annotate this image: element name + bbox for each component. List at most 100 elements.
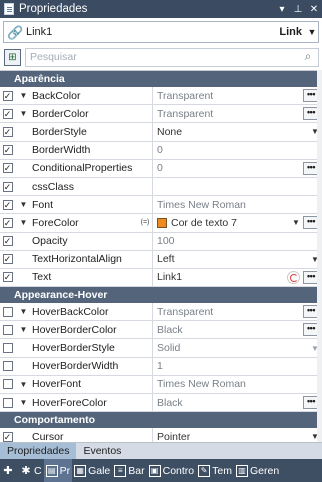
checkbox[interactable]: ✓ xyxy=(0,233,15,250)
checkbox[interactable]: ✓ xyxy=(0,178,15,195)
checkbox[interactable]: ✓ xyxy=(0,428,15,442)
row-textalign[interactable]: ✓ TextHorizontalAlign Left ▼ xyxy=(0,250,322,269)
property-value[interactable]: 0 xyxy=(152,141,322,159)
dock-tab-pr[interactable]: ▤ Pr xyxy=(43,459,73,482)
dock-tab-geren[interactable]: ▥ Geren xyxy=(234,459,281,482)
property-value[interactable]: 100 xyxy=(152,232,322,250)
row-opacity[interactable]: ✓ Opacity 100 xyxy=(0,232,322,251)
dock-tab-contro[interactable]: ▣ Contro xyxy=(147,459,197,482)
expand-icon[interactable]: ▼ xyxy=(15,398,32,407)
checkbox-checked[interactable]: ✓ xyxy=(2,199,13,210)
row-hoverborderstyle[interactable]: HoverBorderStyle Solid ▼ xyxy=(0,339,322,358)
checkbox-checked[interactable]: ✓ xyxy=(2,236,13,247)
property-value[interactable]: Black xyxy=(152,394,303,412)
category-comportamento[interactable]: Comportamento xyxy=(0,412,322,429)
property-value[interactable]: None xyxy=(152,123,308,141)
chevron-down-icon[interactable]: ▼ xyxy=(306,27,318,37)
expand-icon[interactable]: ▼ xyxy=(15,307,32,316)
checkbox[interactable] xyxy=(0,376,15,393)
translate-icon[interactable] xyxy=(287,270,300,284)
object-selector[interactable]: 🔗 Link1 Link ▼ xyxy=(3,21,319,43)
checkbox[interactable]: ✓ xyxy=(0,142,15,159)
checkbox-checked[interactable]: ✓ xyxy=(2,431,13,442)
row-hoverborderwidth[interactable]: HoverBorderWidth 1 xyxy=(0,357,322,376)
window-menu-icon[interactable]: ▾ xyxy=(274,4,290,15)
checkbox[interactable] xyxy=(0,303,15,320)
checkbox-checked[interactable]: ✓ xyxy=(2,108,13,119)
checkbox[interactable]: ✓ xyxy=(0,160,15,177)
row-text[interactable]: ✓ Text Link1 ••• xyxy=(0,268,322,288)
checkbox[interactable]: ✓ xyxy=(0,87,15,104)
property-value[interactable]: Black xyxy=(152,321,303,339)
close-icon[interactable]: ✕ xyxy=(306,4,322,15)
row-hoverforecolor[interactable]: ▼ HoverForeColor Black ••• xyxy=(0,394,322,413)
property-value[interactable]: Solid xyxy=(152,339,308,357)
search-icon[interactable]: ⌕ xyxy=(301,49,315,63)
checkbox[interactable] xyxy=(0,358,15,375)
property-value[interactable]: Times New Roman xyxy=(152,375,322,393)
row-borderwidth[interactable]: ✓ BorderWidth 0 xyxy=(0,141,322,160)
search-input[interactable] xyxy=(25,47,319,67)
row-forecolor[interactable]: ✓ ▼ ForeColor (=) Cor de texto 7 ▼ ••• xyxy=(0,214,322,233)
row-conditional[interactable]: ✓ ConditionalProperties 0 ••• xyxy=(0,159,322,178)
category-aparencia[interactable]: Aparência xyxy=(0,71,322,87)
dock-tab-add[interactable]: ✚ xyxy=(0,459,18,482)
checkbox-checked[interactable]: ✓ xyxy=(2,163,13,174)
checkbox-checked[interactable]: ✓ xyxy=(2,254,13,265)
row-hoverfont[interactable]: ▼ HoverFont Times New Roman xyxy=(0,375,322,394)
property-value[interactable] xyxy=(152,177,322,196)
dock-tab-bar[interactable]: ≡ Bar xyxy=(112,459,146,482)
property-value[interactable]: Cor de texto 7 xyxy=(152,214,289,232)
checkbox-checked[interactable]: ✓ xyxy=(2,181,13,192)
checkbox-unchecked[interactable] xyxy=(2,324,13,335)
expand-icon[interactable]: ▼ xyxy=(15,380,32,389)
checkbox-checked[interactable]: ✓ xyxy=(2,217,13,228)
row-cssclass[interactable]: ✓ cssClass xyxy=(0,177,322,197)
checkbox-checked[interactable]: ✓ xyxy=(2,145,13,156)
row-hoverbackcolor[interactable]: ▼ HoverBackColor Transparent ••• xyxy=(0,303,322,322)
property-value[interactable]: Transparent xyxy=(152,303,303,321)
property-value[interactable]: Transparent xyxy=(152,105,303,123)
scrollbar[interactable] xyxy=(317,70,322,442)
checkbox-unchecked[interactable] xyxy=(2,343,13,354)
property-value[interactable]: 1 xyxy=(152,357,322,375)
checkbox-checked[interactable]: ✓ xyxy=(2,126,13,137)
checkbox[interactable]: ✓ xyxy=(0,269,15,286)
checkbox-unchecked[interactable] xyxy=(2,361,13,372)
expand-icon[interactable]: ▼ xyxy=(15,91,32,100)
property-value[interactable]: Transparent xyxy=(152,87,303,105)
chevron-down-icon[interactable]: ▼ xyxy=(289,218,303,227)
pin-icon[interactable]: ⊥ xyxy=(290,4,306,15)
property-value[interactable]: Pointer xyxy=(152,428,308,442)
checkbox[interactable] xyxy=(0,321,15,338)
checkbox[interactable]: ✓ xyxy=(0,251,15,268)
checkbox-unchecked[interactable] xyxy=(2,306,13,317)
checkbox-checked[interactable]: ✓ xyxy=(2,90,13,101)
expand-icon[interactable]: ▼ xyxy=(15,109,32,118)
checkbox-checked[interactable]: ✓ xyxy=(2,272,13,283)
checkbox[interactable]: ✓ xyxy=(0,123,15,140)
checkbox-unchecked[interactable] xyxy=(2,379,13,390)
checkbox[interactable]: ✓ xyxy=(0,196,15,213)
dock-tab-gale[interactable]: ▦ Gale xyxy=(72,459,112,482)
checkbox-unchecked[interactable] xyxy=(2,397,13,408)
property-value[interactable]: 0 xyxy=(152,159,303,177)
dock-tab-c[interactable]: ✱ C xyxy=(18,459,44,482)
row-cursor[interactable]: ✓ Cursor Pointer ▼ xyxy=(0,428,322,442)
checkbox[interactable] xyxy=(0,394,15,411)
checkbox[interactable]: ✓ xyxy=(0,105,15,122)
row-backcolor[interactable]: ✓ ▼ BackColor Transparent ••• xyxy=(0,87,322,106)
property-value[interactable]: Times New Roman xyxy=(152,196,322,214)
checkbox[interactable] xyxy=(0,339,15,356)
row-borderstyle[interactable]: ✓ BorderStyle None ▼ xyxy=(0,123,322,142)
row-font[interactable]: ✓ ▼ Font Times New Roman xyxy=(0,196,322,215)
categorized-view-button[interactable]: ⊞ xyxy=(4,48,21,66)
checkbox[interactable]: ✓ xyxy=(0,214,15,231)
tab-propriedades[interactable]: Propriedades xyxy=(0,443,77,459)
expand-icon[interactable]: ▼ xyxy=(15,218,32,227)
row-hoverbordercolor[interactable]: ▼ HoverBorderColor Black ••• xyxy=(0,321,322,340)
category-appearance-hover[interactable]: Appearance-Hover xyxy=(0,287,322,304)
property-value[interactable]: Left xyxy=(152,250,308,268)
row-bordercolor[interactable]: ✓ ▼ BorderColor Transparent ••• xyxy=(0,105,322,124)
expand-icon[interactable]: ▼ xyxy=(15,325,32,334)
